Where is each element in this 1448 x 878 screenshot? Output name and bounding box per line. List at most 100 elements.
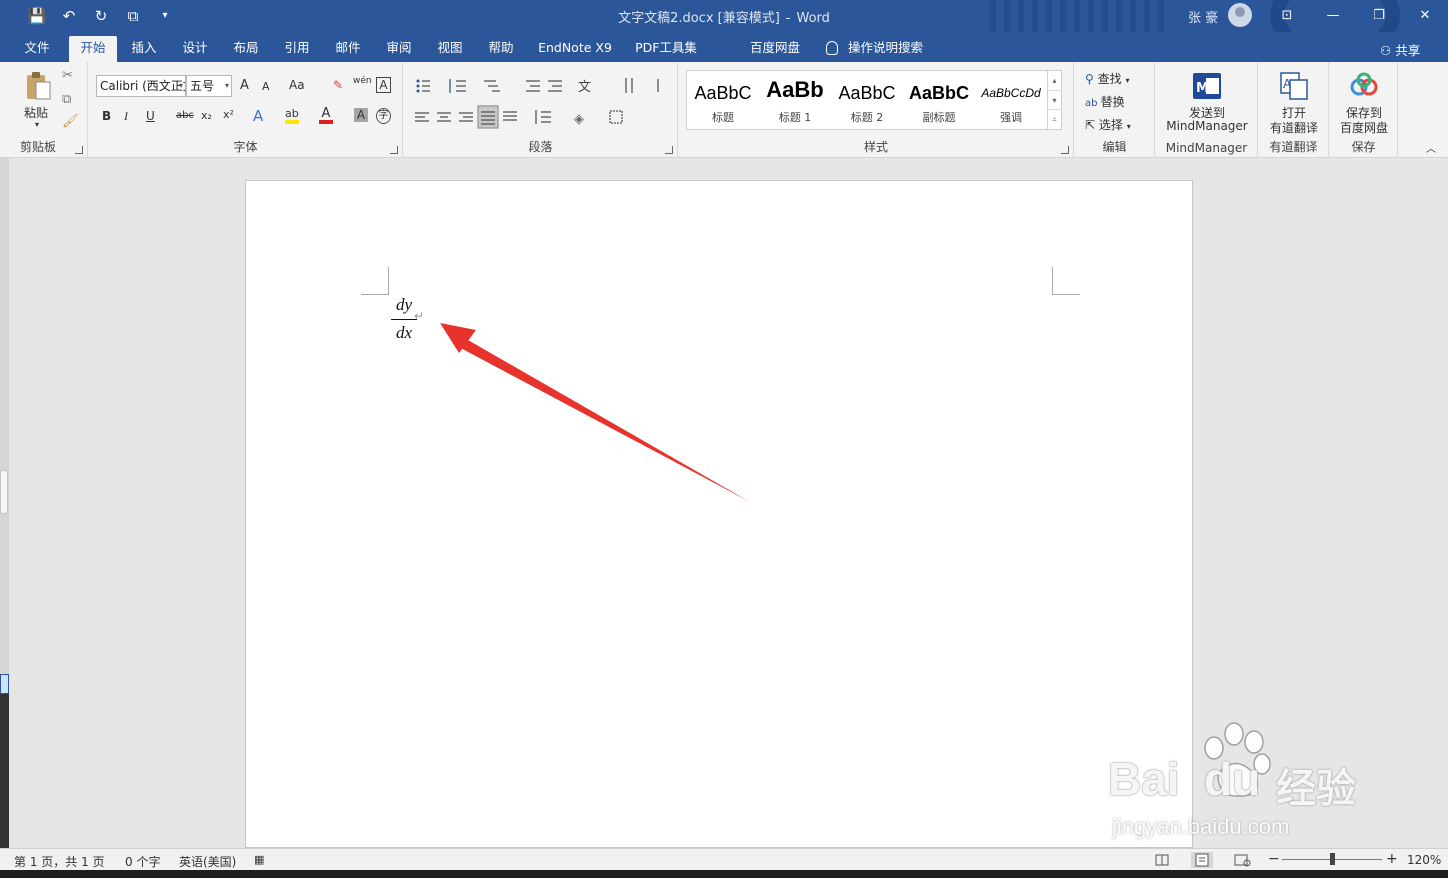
crop-mark-top-right — [1052, 267, 1080, 295]
subscript-icon[interactable]: x₂ — [201, 109, 212, 122]
tab-review[interactable]: 审阅 — [377, 36, 421, 62]
bold-icon[interactable]: B — [102, 109, 111, 123]
paste-label[interactable]: 粘贴 — [24, 104, 48, 121]
word-count[interactable]: 0 个字 — [125, 853, 160, 870]
copy-icon[interactable]: ⧉ — [62, 92, 71, 107]
style-name: 副标题 — [922, 111, 956, 124]
numbering-icon — [449, 79, 466, 93]
avatar[interactable] — [1228, 3, 1252, 27]
paragraph-launcher-icon[interactable] — [665, 146, 673, 154]
mindmanager-button-label[interactable]: MindManager — [1156, 119, 1258, 133]
zoom-out-button[interactable]: − — [1268, 851, 1280, 867]
tab-help[interactable]: 帮助 — [479, 36, 523, 62]
side-tab[interactable] — [0, 674, 9, 694]
phonetic-guide-icon[interactable]: wén — [353, 76, 372, 86]
style-heading-2[interactable]: AaBbC 标题 2 — [831, 71, 903, 129]
user-name[interactable]: 张 豪 — [1188, 7, 1218, 26]
more-styles-icon[interactable]: ⩡ — [1048, 109, 1061, 128]
clipboard-launcher-icon[interactable] — [75, 146, 83, 154]
document-page[interactable]: dy dx ↵ — [245, 180, 1193, 848]
shrink-font-icon[interactable]: A — [262, 80, 270, 93]
styles-scroll[interactable]: ▴ ▾ ⩡ — [1047, 71, 1061, 129]
tab-mailings[interactable]: 邮件 — [326, 36, 370, 62]
grow-font-icon[interactable]: A — [240, 78, 249, 93]
strikethrough-icon[interactable]: abc — [176, 110, 194, 121]
tab-references[interactable]: 引用 — [275, 36, 319, 62]
style-subtitle[interactable]: AaBbC 副标题 — [903, 71, 975, 129]
chevron-up-icon[interactable]: ▴ — [1048, 71, 1061, 90]
share-button[interactable]: ⚇ 共享 — [1380, 40, 1420, 59]
chevron-down-icon: ▾ — [1126, 122, 1131, 131]
tab-endnote[interactable]: EndNote X9 — [532, 36, 618, 62]
replace-button[interactable]: ab 替换 — [1085, 93, 1125, 110]
font-color-icon[interactable]: A — [319, 107, 333, 124]
format-painter-icon[interactable]: 🖌 — [62, 114, 79, 129]
tab-file[interactable]: 文件 — [16, 36, 58, 62]
side-handle[interactable] — [0, 470, 8, 514]
highlight-icon[interactable]: ab — [285, 108, 299, 124]
character-shading-icon[interactable]: A — [354, 108, 368, 122]
language[interactable]: 英语(美国) — [179, 853, 236, 870]
restore-icon[interactable]: ❐ — [1356, 0, 1402, 32]
baidu-group-label: 保存 — [1351, 140, 1376, 154]
watermark-logo-du: du — [1204, 753, 1261, 805]
minimize-icon[interactable]: — — [1310, 0, 1356, 32]
styles-gallery: AaBbC 标题 AaBb 标题 1 AaBbC 标题 2 AaBbC 副标题 … — [686, 70, 1062, 130]
tab-baidu-netdisk[interactable]: 百度网盘 — [742, 36, 808, 62]
superscript-icon[interactable]: x² — [223, 108, 234, 121]
style-heading-1[interactable]: AaBb 标题 1 — [759, 71, 831, 129]
paragraph-group-label: 段落 — [528, 140, 553, 154]
tab-design[interactable]: 设计 — [173, 36, 217, 62]
watermark-jingyan: 经验 — [1276, 767, 1356, 811]
share-label: 共享 — [1395, 43, 1421, 58]
baidu-button-label[interactable]: 百度网盘 — [1330, 119, 1398, 136]
close-icon[interactable]: ✕ — [1402, 0, 1448, 32]
font-name-combo[interactable]: Calibri (西文正文)▾ — [96, 75, 186, 97]
web-layout-icon[interactable] — [1231, 852, 1253, 868]
font-launcher-icon[interactable] — [390, 146, 398, 154]
zoom-level[interactable]: 120% — [1407, 853, 1441, 867]
clear-formatting-icon[interactable]: ✎ — [333, 78, 343, 92]
watermark-url: jingyan.baidu.com — [1112, 814, 1290, 839]
text-effects-icon[interactable]: A — [253, 107, 263, 125]
character-border-icon[interactable]: A — [376, 77, 391, 93]
italic-icon[interactable]: I — [124, 109, 128, 124]
tab-home[interactable]: 开始 — [69, 36, 117, 62]
ribbon-display-options-icon[interactable]: ⊡ — [1264, 0, 1310, 32]
enclose-characters-icon[interactable]: 字 — [376, 108, 391, 124]
style-title[interactable]: AaBbC 标题 — [687, 71, 759, 129]
tab-pdf-tools[interactable]: PDF工具集 — [628, 36, 704, 62]
align-left-icon — [415, 112, 429, 122]
chevron-down-icon[interactable]: ▾ — [1048, 90, 1061, 109]
style-emphasis[interactable]: AaBbCcDd 强调 — [975, 71, 1047, 129]
paste-icon[interactable] — [22, 70, 54, 102]
select-button[interactable]: ⇱ 选择 ▾ — [1085, 116, 1131, 133]
read-mode-icon[interactable] — [1151, 852, 1173, 868]
paste-dropdown-icon[interactable]: ▾ — [35, 120, 39, 129]
distributed-icon — [503, 111, 517, 121]
page-count[interactable]: 第 1 页，共 1 页 — [14, 853, 105, 870]
mindmanager-icon[interactable]: M — [1191, 70, 1223, 102]
tab-layout[interactable]: 布局 — [224, 36, 268, 62]
group-baidu-save: 保存到 百度网盘 保存 — [1330, 62, 1398, 158]
group-font: Calibri (西文正文)▾ 五号▾ A A Aa ✎ wén A B I U… — [89, 62, 403, 158]
baidu-netdisk-icon[interactable] — [1348, 70, 1380, 102]
macro-record-icon[interactable]: ▦ — [254, 853, 264, 866]
tab-view[interactable]: 视图 — [428, 36, 472, 62]
tab-insert[interactable]: 插入 — [122, 36, 166, 62]
translate-icon[interactable]: A — [1278, 70, 1310, 102]
find-button[interactable]: ⚲ 查找 ▾ — [1085, 70, 1129, 87]
collapse-ribbon-icon[interactable]: ︿ — [1426, 140, 1436, 155]
underline-icon[interactable]: U — [146, 109, 155, 123]
change-case-icon[interactable]: Aa — [289, 78, 305, 92]
tell-me-search[interactable]: 操作说明搜索 — [848, 36, 934, 62]
styles-launcher-icon[interactable] — [1061, 146, 1069, 154]
font-size-combo[interactable]: 五号 ▾ — [186, 75, 232, 97]
zoom-in-button[interactable]: + — [1386, 851, 1398, 867]
decrease-indent-icon — [526, 80, 540, 92]
equation-denominator[interactable]: dx — [391, 323, 417, 343]
cut-icon[interactable]: ✂ — [62, 68, 73, 83]
zoom-slider-thumb[interactable] — [1329, 853, 1335, 865]
youdao-button-label[interactable]: 有道翻译 — [1259, 119, 1329, 136]
print-layout-icon[interactable] — [1191, 852, 1213, 868]
